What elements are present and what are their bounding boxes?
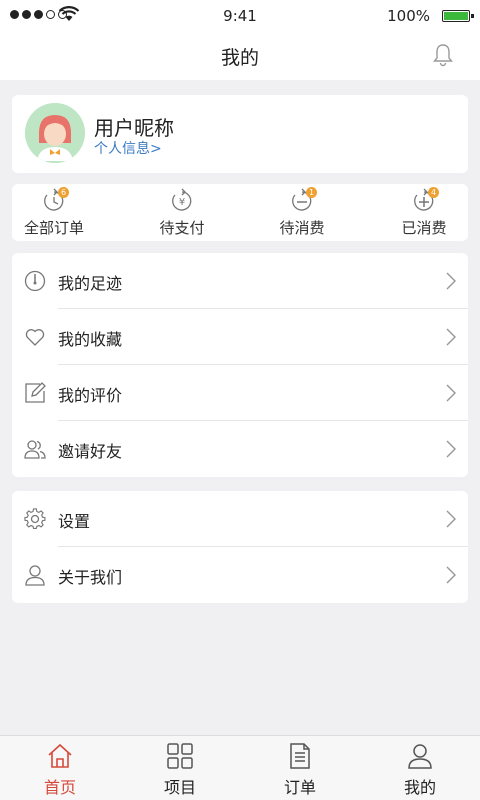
avatar[interactable] bbox=[25, 103, 85, 163]
badge-count: 1 bbox=[306, 187, 317, 198]
tab-mine[interactable]: 我的 bbox=[360, 736, 480, 800]
order-label: 已消费 bbox=[401, 219, 447, 237]
home-icon bbox=[48, 743, 72, 768]
nav-bar: 我的 bbox=[0, 32, 480, 80]
menu-label: 我的评价 bbox=[58, 386, 123, 405]
menu-label: 邀请好友 bbox=[58, 442, 123, 461]
edit-icon bbox=[25, 382, 46, 403]
menu-item-settings[interactable]: 设置 bbox=[12, 491, 468, 547]
order-status-bar: 6 全部订单 ¥ 待支付 1 待消费 4 已消费 bbox=[12, 184, 468, 241]
tab-orders[interactable]: 订单 bbox=[240, 736, 360, 800]
order-used[interactable]: 4 已消费 bbox=[374, 184, 474, 241]
menu-item-about[interactable]: 关于我们 bbox=[12, 547, 468, 603]
chevron-right-icon bbox=[446, 384, 456, 402]
page-title: 我的 bbox=[220, 47, 259, 69]
profile-info-link[interactable]: 个人信息> bbox=[94, 138, 162, 158]
battery-percent: 100% bbox=[387, 7, 430, 25]
order-pending-use[interactable]: 1 待消费 bbox=[252, 184, 352, 241]
friends-icon bbox=[24, 440, 46, 459]
profile-card[interactable]: 用户昵称 个人信息> bbox=[12, 95, 468, 173]
menu-label: 我的足迹 bbox=[58, 274, 123, 293]
gear-icon bbox=[24, 508, 46, 529]
document-icon bbox=[290, 743, 310, 769]
chevron-right-icon bbox=[446, 328, 456, 346]
badge-count: 4 bbox=[428, 187, 439, 198]
chevron-right-icon bbox=[446, 566, 456, 584]
order-pending-payment[interactable]: ¥ 待支付 bbox=[132, 184, 232, 241]
menu-label: 我的收藏 bbox=[58, 330, 123, 349]
grid-icon bbox=[167, 743, 193, 769]
menu-item-reviews[interactable]: 我的评价 bbox=[12, 365, 468, 421]
tab-label: 项目 bbox=[163, 778, 196, 797]
menu-item-invite[interactable]: 邀请好友 bbox=[12, 421, 468, 477]
chevron-right-icon bbox=[446, 440, 456, 458]
tab-label: 我的 bbox=[403, 778, 436, 797]
menu-group-secondary: 设置 关于我们 bbox=[12, 491, 468, 603]
bell-icon[interactable] bbox=[432, 43, 454, 67]
tab-projects[interactable]: 项目 bbox=[120, 736, 240, 800]
tab-home[interactable]: 首页 bbox=[0, 736, 120, 800]
order-label: 待支付 bbox=[159, 219, 205, 237]
status-bar: 9:41 100% bbox=[0, 0, 480, 32]
menu-label: 关于我们 bbox=[58, 568, 123, 587]
heart-icon bbox=[25, 329, 45, 346]
chevron-right-icon bbox=[446, 510, 456, 528]
menu-item-footprint[interactable]: 我的足迹 bbox=[12, 253, 468, 309]
yen-circle-icon: ¥ bbox=[172, 188, 192, 211]
battery-icon bbox=[442, 10, 474, 22]
menu-item-favorites[interactable]: 我的收藏 bbox=[12, 309, 468, 365]
svg-text:¥: ¥ bbox=[179, 197, 185, 208]
chevron-right-icon bbox=[446, 272, 456, 290]
menu-label: 设置 bbox=[58, 512, 91, 531]
user-icon bbox=[25, 565, 45, 586]
order-label: 待消费 bbox=[279, 219, 325, 237]
order-label: 全部订单 bbox=[23, 219, 84, 237]
order-all[interactable]: 6 全部订单 bbox=[4, 184, 104, 241]
gauge-icon bbox=[24, 270, 46, 292]
menu-group-primary: 我的足迹 我的收藏 我的评价 邀请好友 bbox=[12, 253, 468, 477]
badge-count: 6 bbox=[58, 187, 69, 198]
tab-label: 首页 bbox=[43, 778, 76, 797]
person-icon bbox=[408, 744, 432, 769]
tab-bar: 首页 项目 订单 我的 bbox=[0, 735, 480, 800]
tab-label: 订单 bbox=[283, 778, 316, 797]
nickname: 用户昵称 bbox=[94, 116, 174, 140]
